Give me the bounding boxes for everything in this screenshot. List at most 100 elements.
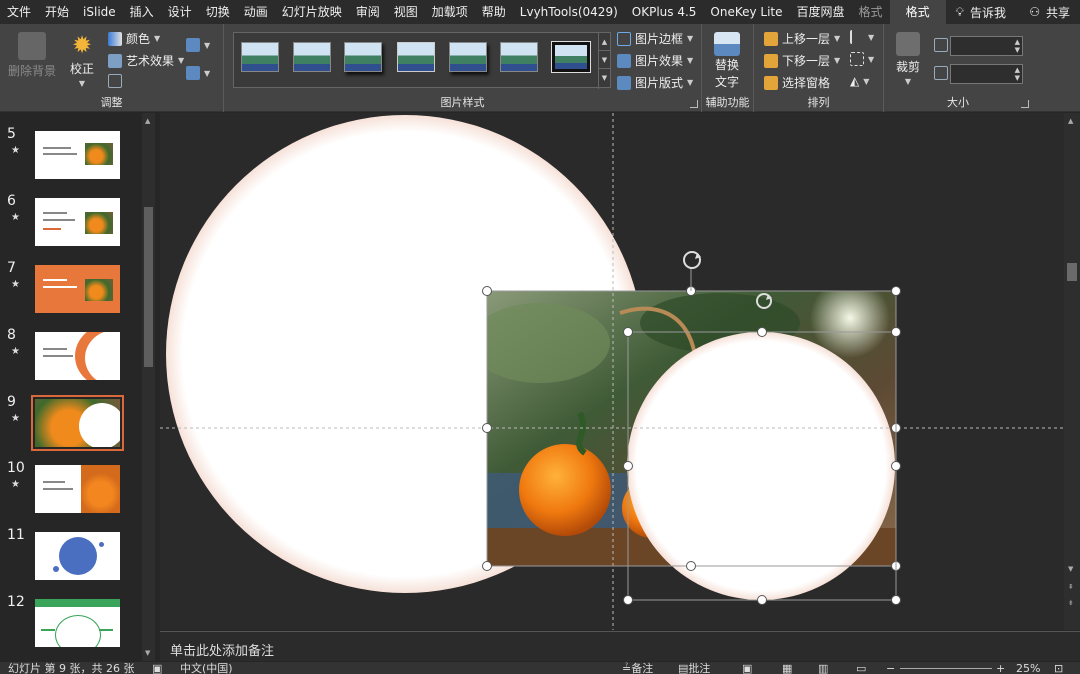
picture-effects-button[interactable]: 图片效果 ▼ — [617, 52, 693, 69]
spinner-arrows-icon[interactable]: ▲ ▼ — [1015, 66, 1020, 82]
correct-button[interactable]: ✹ 校正 ▼ — [70, 32, 94, 88]
gallery-down-icon[interactable]: ▼ — [599, 51, 610, 69]
zoom-level[interactable]: 25% — [1016, 662, 1040, 674]
language-indicator[interactable]: 中文(中国) — [180, 662, 233, 674]
slide-thumbnail-5[interactable] — [35, 131, 120, 179]
animation-star-icon: ★ — [11, 479, 20, 490]
art-effects-button[interactable]: 艺术效果 ▼ — [108, 52, 184, 69]
notes-toggle[interactable]: ≟ 备注 — [622, 662, 653, 674]
change-picture-button[interactable]: ▼ — [186, 66, 210, 80]
slide-sorter-icon[interactable]: ▦ — [782, 662, 792, 674]
picture-style-7[interactable] — [551, 41, 591, 73]
tab-format-context[interactable]: 格式 — [852, 0, 890, 24]
zoom-in-icon[interactable]: + — [996, 662, 1005, 674]
bring-forward-button[interactable]: 上移一层 ▼ — [764, 30, 840, 47]
tab-home[interactable]: 开始 — [38, 0, 76, 24]
height-input[interactable]: ▲ ▼ — [950, 36, 1023, 56]
scroll-up-icon[interactable]: ▲ — [1068, 117, 1073, 125]
slide-thumbnail-10[interactable] — [35, 465, 120, 513]
align-button[interactable]: ▼ — [850, 30, 874, 44]
zoom-slider[interactable] — [900, 668, 992, 669]
gallery-more-icon[interactable]: ▼ — [599, 69, 610, 87]
chevron-down-icon: ▼ — [204, 68, 211, 78]
canvas-scrollbar[interactable]: ▲ ▼ ⇞ ⇟ — [1064, 113, 1080, 630]
picture-styles-gallery: ▲ ▼ ▼ — [233, 32, 611, 89]
remove-background-button[interactable]: 删除背景 — [8, 32, 56, 79]
share-button[interactable]: ⚇ 共享 — [1019, 0, 1080, 24]
tab-transitions[interactable]: 切换 — [199, 0, 237, 24]
tab-addins[interactable]: 加载项 — [425, 0, 475, 24]
tab-lvyhtools[interactable]: LvyhTools(0429) — [513, 0, 625, 24]
transparency-button[interactable] — [108, 74, 122, 88]
group-objects-button[interactable]: ▼ — [850, 52, 874, 66]
scroll-down-icon[interactable]: ▼ — [1068, 565, 1073, 573]
next-slide-icon[interactable]: ⇟ — [1068, 599, 1074, 607]
scroll-down-icon[interactable]: ▼ — [145, 649, 150, 657]
art-effects-label: 艺术效果 — [126, 54, 175, 68]
alt-text-button[interactable]: 替换 文字 — [714, 32, 740, 90]
compress-pictures-button[interactable]: ▼ — [186, 38, 210, 52]
rotate-handle-icon[interactable] — [683, 251, 701, 269]
zoom-out-icon[interactable]: − — [886, 662, 895, 674]
tab-design[interactable]: 设计 — [161, 0, 199, 24]
notes-placeholder: 单击此处添加备注 — [170, 644, 275, 659]
notes-toggle-label: 备注 — [631, 662, 654, 674]
chevron-down-icon: ▼ — [178, 56, 185, 65]
reading-view-icon[interactable]: ▥ — [818, 662, 828, 674]
gallery-up-icon[interactable]: ▲ — [599, 33, 610, 51]
slideshow-icon[interactable]: ▭ — [856, 662, 866, 674]
comments-toggle[interactable]: ▤ 批注 — [678, 662, 710, 674]
slide-thumbnail-6[interactable] — [35, 198, 120, 246]
tab-insert[interactable]: 插入 — [123, 0, 161, 24]
picture-layout-button[interactable]: 图片版式 ▼ — [617, 74, 693, 91]
send-backward-button[interactable]: 下移一层 ▼ — [764, 52, 840, 69]
alt-text-label-2: 文字 — [714, 75, 739, 89]
small-white-circle[interactable] — [627, 332, 895, 600]
picture-style-3[interactable] — [344, 42, 382, 72]
spinner-arrows-icon[interactable]: ▲ ▼ — [1015, 38, 1020, 54]
fit-to-window-icon[interactable]: ⊡ — [1054, 662, 1063, 674]
tab-file[interactable]: 文件 — [0, 0, 38, 24]
scroll-up-icon[interactable]: ▲ — [145, 117, 150, 125]
tab-animations[interactable]: 动画 — [237, 0, 275, 24]
color-button[interactable]: 颜色 ▼ — [108, 30, 160, 47]
tab-view[interactable]: 视图 — [387, 0, 425, 24]
picture-style-6[interactable] — [500, 42, 538, 72]
tab-format-active[interactable]: 格式 — [889, 0, 946, 24]
selection-pane-button[interactable]: 选择窗格 — [764, 74, 830, 91]
slide-thumbnail-11[interactable] — [35, 532, 120, 580]
bring-forward-icon — [764, 31, 778, 46]
group-launcher-icon[interactable] — [1021, 100, 1029, 108]
tab-islide[interactable]: iSlide — [76, 0, 123, 24]
slide-thumbnail-7[interactable] — [35, 265, 120, 313]
slide-thumbnail-8[interactable] — [35, 332, 120, 380]
ribbon: 删除背景 ✹ 校正 ▼ 颜色 ▼ 艺术效果 ▼ ▼ ▼ 调整 图片样式 ▲ ▼ … — [0, 24, 1080, 112]
picture-style-1[interactable] — [241, 42, 279, 72]
previous-slide-icon[interactable]: ⇞ — [1068, 583, 1074, 591]
tab-okplus[interactable]: OKPlus 4.5 — [625, 0, 704, 24]
tab-help[interactable]: 帮助 — [475, 0, 513, 24]
picture-layout-label: 图片版式 — [635, 76, 684, 90]
rotate-button[interactable]: ◭ ▼ — [850, 74, 869, 88]
crop-button[interactable]: 裁剪 ▼ — [896, 32, 920, 86]
tab-slideshow[interactable]: 幻灯片放映 — [275, 0, 349, 24]
tab-review[interactable]: 审阅 — [349, 0, 387, 24]
slide-thumbnail-12[interactable] — [35, 599, 120, 647]
spellcheck-icon[interactable]: ▣ — [152, 662, 162, 674]
picture-style-2[interactable] — [293, 42, 331, 72]
tab-baidu[interactable]: 百度网盘 — [790, 0, 852, 24]
normal-view-icon[interactable]: ▣ — [742, 662, 752, 674]
picture-style-5[interactable] — [449, 42, 487, 72]
slide-panel-scrollbar[interactable]: ▲ ▼ — [142, 113, 155, 661]
tab-onekey[interactable]: OneKey Lite — [703, 0, 789, 24]
picture-style-4[interactable] — [397, 42, 435, 72]
tell-me-label: 告诉我 — [969, 5, 1006, 20]
scroll-thumb[interactable] — [144, 207, 153, 367]
tell-me[interactable]: 💡︎ 告诉我 — [946, 0, 1016, 24]
picture-border-button[interactable]: 图片边框 ▼ — [617, 30, 693, 47]
group-launcher-icon[interactable] — [690, 100, 698, 108]
width-input[interactable]: ▲ ▼ — [950, 64, 1023, 84]
slide-thumbnail-9[interactable] — [31, 395, 124, 451]
scroll-thumb[interactable] — [1067, 263, 1077, 281]
notes-pane[interactable]: 单击此处添加备注 — [160, 631, 1080, 661]
